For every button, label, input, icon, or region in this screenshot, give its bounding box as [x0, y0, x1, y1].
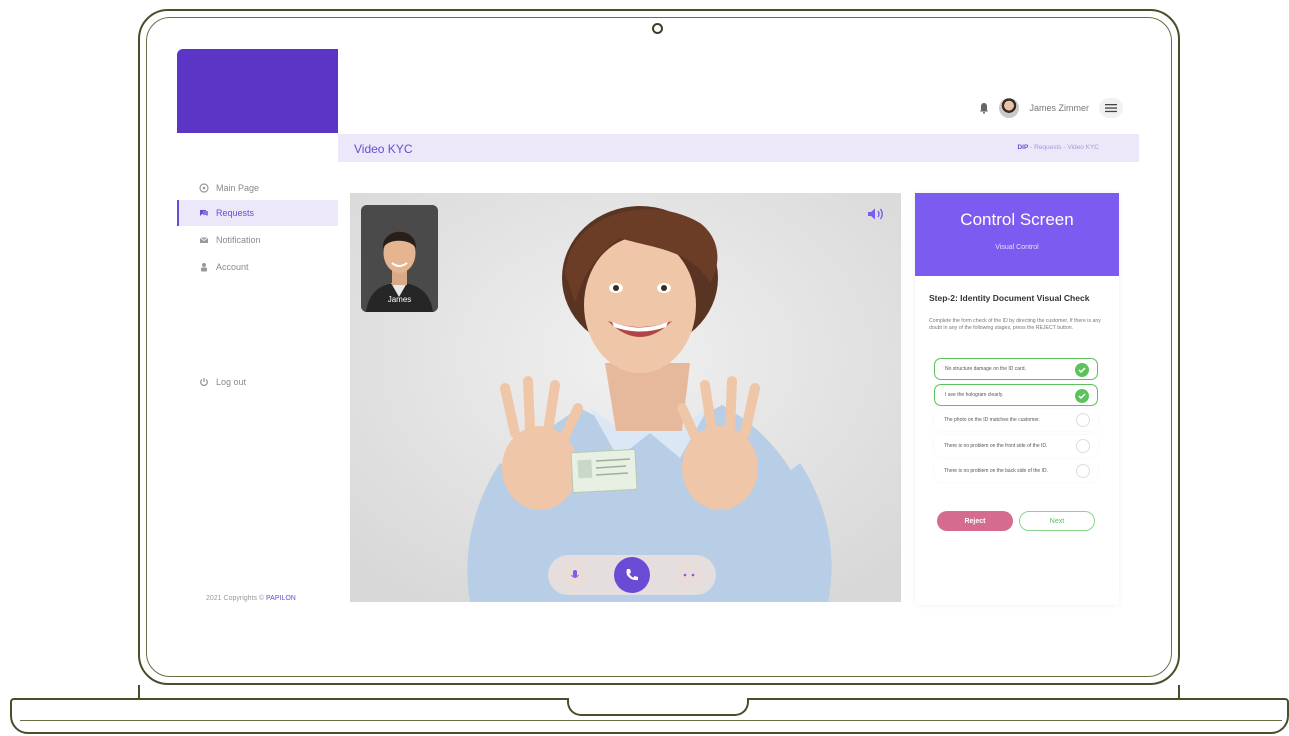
breadcrumb: DIP - Requests - Video KYC [1017, 144, 1099, 151]
sidebar-item-label: Notification [216, 235, 261, 245]
checklist-item[interactable]: There is no problem on the back side of … [934, 460, 1098, 482]
checklist-item-label: There is no problem on the back side of … [944, 468, 1048, 474]
sidebar-item-label: Account [216, 262, 249, 272]
checklist-item-label: I see the hologram clearly. [945, 391, 1004, 398]
laptop-base-edge [20, 720, 1282, 721]
sidebar-item-notification[interactable]: Notification [177, 227, 338, 253]
breadcrumb-path: - Requests - Video KYC [1030, 144, 1099, 151]
user-icon [201, 263, 207, 272]
chat-icon [200, 210, 208, 217]
agent-pip-video: James [361, 205, 438, 312]
page-titlebar: Video KYC DIP - Requests - Video KYC [338, 134, 1139, 162]
sidebar-item-label: Main Page [216, 183, 260, 193]
microphone-icon [570, 570, 579, 578]
mic-button[interactable] [560, 561, 589, 589]
avatar[interactable] [999, 98, 1020, 118]
sidebar-item-requests[interactable]: Requests [177, 200, 338, 226]
checklist-item-label: The photo on the ID matches the customer… [944, 417, 1040, 423]
power-icon [200, 378, 208, 386]
phone-icon [626, 569, 638, 581]
username[interactable]: James Zimmer [1029, 103, 1089, 113]
pip-name: James [387, 295, 412, 304]
mail-icon [199, 237, 209, 243]
sidebar-item-label: Requests [216, 208, 255, 218]
topbar-user-area: James Zimmer [979, 98, 1123, 118]
notification-bell-icon[interactable] [979, 102, 989, 114]
checklist-item-label: No structure damage on the ID card. [945, 366, 1026, 372]
sidebar: Main Page Requests Notification Account … [177, 133, 338, 613]
menu-button[interactable] [1099, 98, 1123, 118]
copyright: 2021 Copyrights © PAPILON [206, 595, 296, 602]
call-button[interactable] [613, 557, 650, 593]
breadcrumb-home[interactable]: DIP [1017, 144, 1028, 151]
empty-circle-icon[interactable] [1076, 413, 1090, 427]
laptop-notch [567, 698, 749, 716]
video-feed: James [350, 193, 901, 602]
action-buttons: Reject Next [937, 511, 1095, 531]
checklist-item[interactable]: There is no problem on the front side of… [934, 434, 1098, 457]
empty-circle-icon[interactable] [1076, 438, 1090, 453]
hamburger-icon [1105, 104, 1117, 113]
checklist: No structure damage on the ID card. I se… [934, 358, 1098, 486]
more-button[interactable] [675, 561, 704, 589]
check-icon[interactable] [1075, 388, 1089, 403]
empty-circle-icon[interactable] [1076, 464, 1090, 478]
sidebar-logo-block [177, 49, 338, 133]
check-icon[interactable] [1075, 363, 1089, 377]
control-panel-header: Control Screen Visual Control [915, 193, 1119, 276]
control-panel-subtitle: Visual Control [995, 244, 1039, 251]
reject-button[interactable]: Reject [937, 511, 1013, 531]
call-controls [548, 555, 716, 595]
logout-button[interactable]: Log out [177, 369, 338, 395]
checklist-item[interactable]: No structure damage on the ID card. [934, 358, 1098, 380]
camera-icon [652, 23, 663, 34]
step-description: Complete the form check of the ID by dir… [929, 318, 1101, 331]
dashboard-icon [199, 183, 209, 193]
next-button[interactable]: Next [1019, 511, 1095, 531]
sidebar-item-account[interactable]: Account [177, 254, 338, 280]
step-title: Step-2: Identity Document Visual Check [929, 293, 1090, 303]
more-icon [684, 573, 695, 577]
brand-link[interactable]: PAPILON [266, 595, 296, 602]
laptop-hinge [138, 685, 1180, 699]
checklist-item-label: There is no problem on the front side of… [944, 442, 1048, 449]
checklist-item[interactable]: I see the hologram clearly. [934, 383, 1098, 406]
sidebar-item-main-page[interactable]: Main Page [177, 175, 338, 201]
checklist-item[interactable]: The photo on the ID matches the customer… [934, 409, 1098, 431]
page-title: Video KYC [354, 142, 413, 156]
copyright-text: 2021 Copyrights © [206, 595, 265, 602]
control-panel: Control Screen Visual Control Step-2: Id… [915, 193, 1119, 605]
speaker-icon[interactable] [867, 207, 885, 221]
logout-label: Log out [216, 377, 247, 387]
control-panel-title: Control Screen [960, 210, 1074, 229]
